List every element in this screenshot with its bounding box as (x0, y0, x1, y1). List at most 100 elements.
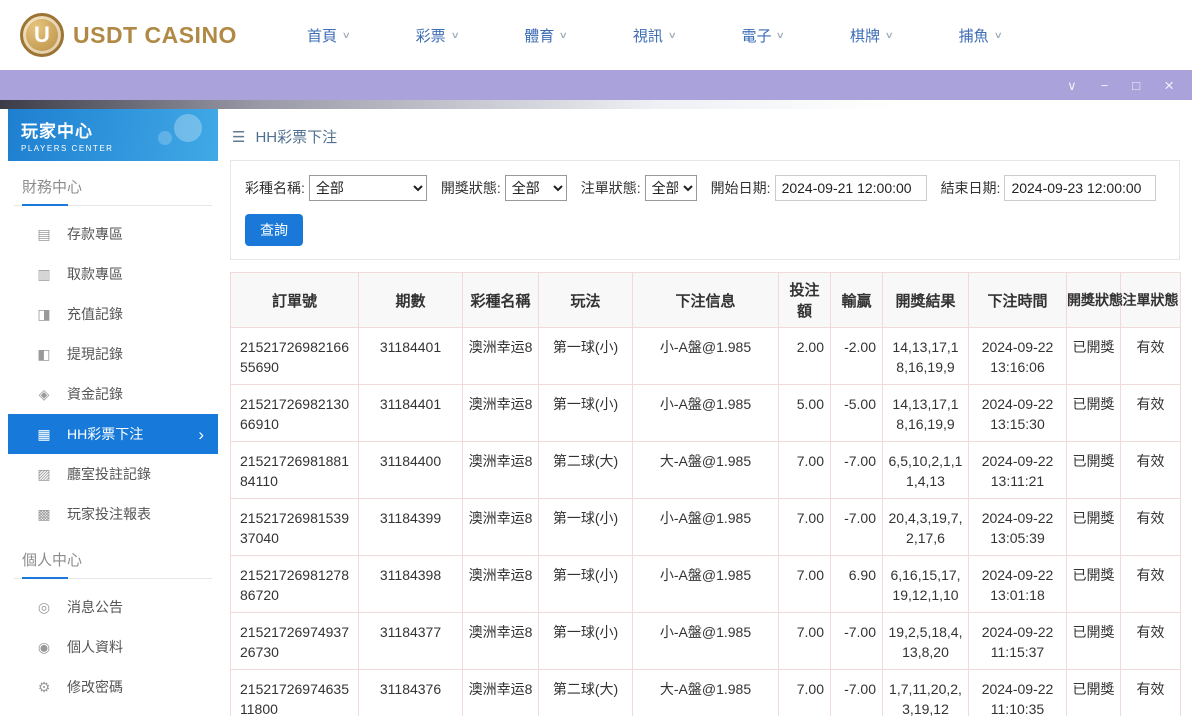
cell-draw_status: 已開獎 (1066, 669, 1121, 716)
cell-play: 第一球(小) (538, 498, 633, 556)
nav-item[interactable]: 電子 ∨ (741, 25, 786, 46)
cell-period: 31184401 (358, 384, 463, 442)
nav-item[interactable]: 彩票 ∨ (416, 25, 460, 46)
menu-label: 充值記錄 (67, 306, 123, 322)
menu-label: 消息公告 (67, 599, 123, 615)
column-header: 下注時間 (968, 272, 1067, 328)
cell-draw_status: 已開獎 (1066, 441, 1121, 499)
sidebar-item-profile[interactable]: ◉ 個人資料 › (8, 627, 218, 667)
nav-item-label: 捕魚 (958, 27, 989, 45)
person-icon: ◉ (37, 638, 51, 655)
top-shadow-gradient (0, 100, 1192, 109)
cell-period: 31184399 (358, 498, 463, 556)
sidebar-item-hh-lottery-bets[interactable]: ▦ HH彩票下注 › (8, 414, 218, 454)
recharge-record-icon: ◨ (37, 305, 51, 322)
cell-amount: 7.00 (778, 441, 831, 499)
top-header: U USDT CASINO 首頁 ∨ 彩票 ∨ 體育 ∨ 視訊 ∨ 電子 ∨ 棋… (0, 0, 1192, 70)
nav-item-label: 視訊 (632, 27, 663, 45)
sidebar: 玩家中心 PLAYERS CENTER 財務中心 ▤ 存款專區 › ▥ 取款專區… (0, 109, 218, 716)
cell-bet_info: 小-A盤@1.985 (632, 384, 779, 442)
lottery-filter-label: 彩種名稱: (245, 180, 305, 196)
column-header: 開獎狀態 (1066, 272, 1123, 328)
menu-label: 提現記錄 (67, 346, 123, 362)
search-button[interactable]: 查詢 (245, 214, 303, 246)
cell-result: 14,13,17,18,16,19,9 (882, 384, 969, 442)
filter-panel: 彩種名稱: 全部 開獎狀態: 全部 注單狀態: 全部 開始日期: 結束日期: 查… (230, 160, 1180, 260)
sidebar-item-deposit[interactable]: ▤ 存款專區 › (8, 214, 218, 254)
page-title: HH彩票下注 (255, 129, 338, 146)
main-panel: ☰ HH彩票下注 彩種名稱: 全部 開獎狀態: 全部 注單狀態: 全部 開始日期… (218, 109, 1192, 716)
cell-period: 31184400 (358, 441, 463, 499)
cell-win_loss: -2.00 (830, 327, 883, 385)
sidebar-item-withdrawal-record[interactable]: ◧ 提現記錄 › (8, 334, 218, 374)
cell-win_loss: 6.90 (830, 555, 883, 613)
cell-result: 1,7,11,20,2,3,19,12 (882, 669, 969, 716)
withdraw-icon: ▥ (37, 265, 51, 282)
cell-amount: 7.00 (778, 612, 831, 670)
end-date-label: 結束日期: (940, 180, 1001, 196)
sidebar-item-withdraw[interactable]: ▥ 取款專區 › (8, 254, 218, 294)
nav-item[interactable]: 體育 ∨ (524, 25, 569, 46)
start-date-label: 開始日期: (710, 180, 771, 196)
start-date-input[interactable] (774, 175, 927, 201)
end-date-input[interactable] (1004, 175, 1157, 201)
nav-item[interactable]: 棋牌 ∨ (850, 25, 894, 46)
cell-amount: 7.00 (778, 669, 831, 716)
cell-order_no: 2152172698188184110 (230, 441, 359, 499)
cell-win_loss: -7.00 (830, 669, 883, 716)
sidebar-section: 代理中心 (8, 707, 218, 716)
cell-result: 19,2,5,18,4,13,8,20 (882, 612, 969, 670)
menu-label: 資金記錄 (67, 386, 123, 402)
withdrawal-record-icon: ◧ (37, 345, 51, 362)
sidebar-item-change-password[interactable]: ⚙ 修改密碼 › (8, 667, 218, 707)
cell-win_loss: -7.00 (830, 441, 883, 499)
cell-play: 第一球(小) (538, 327, 633, 385)
order-status-select[interactable]: 全部 (644, 175, 697, 201)
menu-label: 廳室投註記錄 (67, 466, 151, 482)
column-header: 期數 (358, 272, 463, 328)
column-header: 注單狀態 (1120, 272, 1181, 328)
cell-order_status: 有效 (1120, 441, 1181, 499)
maximize-icon[interactable]: □ (1132, 79, 1140, 92)
cell-amount: 2.00 (778, 327, 831, 385)
nav-item-label: 棋牌 (850, 27, 881, 45)
lottery-select[interactable]: 全部 (308, 175, 427, 201)
cell-order_no: 2152172698216655690 (230, 327, 359, 385)
sidebar-header: 玩家中心 PLAYERS CENTER (8, 109, 218, 161)
cell-order_no: 2152172698213066910 (230, 384, 359, 442)
sidebar-item-player-bet-report[interactable]: ▩ 玩家投注報表 › (8, 494, 218, 534)
close-icon[interactable]: × (1164, 77, 1174, 94)
sidebar-section: 財務中心 ▤ 存款專區 › ▥ 取款專區 › ◨ 充值記錄 › ◧ 提現記錄 ›… (8, 161, 218, 534)
cell-bet_time: 2024-09-22 13:15:30 (968, 384, 1067, 442)
cell-win_loss: -7.00 (830, 612, 883, 670)
sidebar-item-recharge-record[interactable]: ◨ 充值記錄 › (8, 294, 218, 334)
chevron-down-icon: ∨ (884, 29, 894, 40)
sidebar-sections: 財務中心 ▤ 存款專區 › ▥ 取款專區 › ◨ 充值記錄 › ◧ 提現記錄 ›… (8, 161, 218, 716)
nav-item[interactable]: 視訊 ∨ (632, 25, 677, 46)
logo-text: USDT CASINO (73, 21, 237, 48)
cell-order_status: 有效 (1120, 384, 1181, 442)
draw-status-select[interactable]: 全部 (504, 175, 567, 201)
logo[interactable]: U USDT CASINO (20, 13, 255, 57)
cell-amount: 7.00 (778, 498, 831, 556)
sidebar-item-funds-record[interactable]: ◈ 資金記錄 › (8, 374, 218, 414)
table-header-row: 訂單號 期數 彩種名稱 玩法 下注信息 投注額 輸贏 開獎結果 下注時間 開獎狀態 注單狀態 (230, 272, 1181, 328)
nav-item[interactable]: 捕魚 ∨ (958, 25, 1003, 46)
nav-item[interactable]: 首頁 ∨ (307, 25, 351, 46)
lottery-bets-icon: ▦ (37, 425, 51, 442)
section-title: 財務中心 (14, 161, 212, 206)
column-header: 玩法 (538, 272, 633, 328)
table-row: 2152172698216655690 31184401 澳洲幸运8 第一球(小) 小-… (230, 327, 1181, 385)
chevron-down-icon: ∨ (558, 29, 569, 40)
sidebar-item-hall-bet-records[interactable]: ▨ 廳室投註記錄 › (8, 454, 218, 494)
minimize-icon[interactable]: − (1101, 79, 1109, 92)
section-title: 代理中心 (14, 707, 212, 716)
sidebar-item-announcements[interactable]: ◎ 消息公告 › (8, 587, 218, 627)
menu-list: ▤ 存款專區 › ▥ 取款專區 › ◨ 充值記錄 › ◧ 提現記錄 › ◈ 資金… (8, 214, 218, 534)
chevron-down-icon[interactable]: ∨ (1067, 79, 1077, 92)
table-body: 2152172698216655690 31184401 澳洲幸运8 第一球(小) 小-… (230, 327, 1181, 716)
cell-play: 第一球(小) (538, 555, 633, 613)
sidebar-subtitle: PLAYERS CENTER (21, 144, 114, 153)
hamburger-menu-icon[interactable]: ☰ (232, 128, 245, 146)
chevron-down-icon: ∨ (776, 29, 786, 40)
